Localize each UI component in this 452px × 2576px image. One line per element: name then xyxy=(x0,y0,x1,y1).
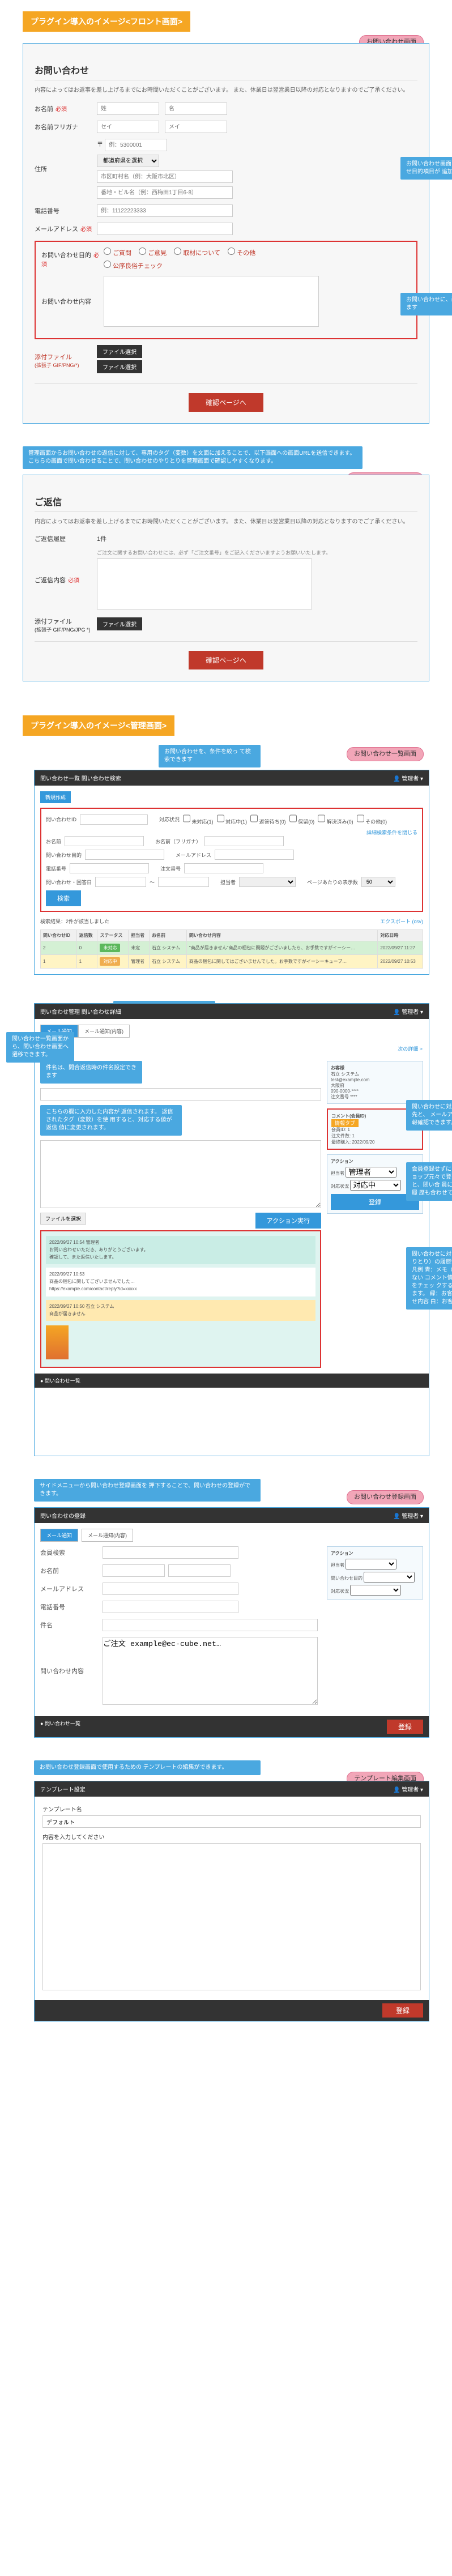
email-input[interactable] xyxy=(97,223,233,235)
reg-body[interactable]: ご注文 example@ec-cube.net… xyxy=(103,1637,318,1705)
tpl-name[interactable] xyxy=(42,1815,421,1828)
search-id[interactable] xyxy=(80,814,148,825)
street-input[interactable] xyxy=(97,186,233,199)
row-name: お名前必須 xyxy=(35,103,417,115)
next-link[interactable]: 次の詳細 > xyxy=(398,1045,423,1052)
customer-callout: 問い合わせに対応した、 送信の宛先と、 メールアドレスに基づく 情報確認できます… xyxy=(406,1100,452,1131)
info-note: 件名は、問合返信時の件名設定できます xyxy=(40,1061,142,1084)
row-kana: お名前フリガナ xyxy=(35,121,417,133)
side-customer: お客様 石立 システム test@example.com 大阪府 090-000… xyxy=(327,1061,423,1104)
reply-body[interactable] xyxy=(97,558,312,609)
list-title: 問い合わせ一覧 問い合わせ検索 xyxy=(40,774,121,782)
comment-history: 2022/09/27 10:54 管理者お問い合わせいただき、ありがとうございま… xyxy=(40,1230,321,1368)
reply-intro-callout: 管理画面からお問い合わせの返信に対して、専用のタグ（変数）を文面に加えることで、… xyxy=(23,446,363,469)
member-callout: 会員登録せずにいた、 顧客も、ショップ元々で登 録者管理側画面と、問い合 員に基… xyxy=(406,1162,452,1201)
purpose-box: お問い合わせ目的必須 ご質問 ご意見 取材について その他 公序良俗チェック お… xyxy=(35,241,417,339)
search-box: 問い合わせID 対応状況 未対応(1) 対応中(1) 返答待ち(0) 保留(0)… xyxy=(40,808,423,912)
callout-search: お問い合わせを、条件を絞っ て検索できます xyxy=(159,745,261,767)
reg-back[interactable]: ● 問い合わせ一覧 xyxy=(40,1720,80,1734)
city-input[interactable] xyxy=(97,170,233,183)
reply-heading: ご返信 xyxy=(35,487,417,512)
row-addr: 住所 〒 都道府県を選択 xyxy=(35,139,417,199)
reply-note: 内容によってはお返事を差し上げるまでにお時間いただくことがございます。 また、休… xyxy=(35,518,417,526)
body-textarea[interactable] xyxy=(104,276,319,327)
export-link[interactable]: エクスポート (csv) xyxy=(380,918,423,925)
callout-list-screen: お問い合わせ一覧画面 xyxy=(347,747,424,761)
search-toggle[interactable]: 詳細検索条件を閉じる xyxy=(366,830,417,835)
contact-form-panel: お問い合わせ 内容によってはお返事を差し上げるまでにお時間いただくことがございま… xyxy=(23,43,429,424)
reg-title: 問い合わせの登録 xyxy=(40,1511,86,1520)
result-header: 検索結果：2件が該当しました xyxy=(40,918,109,925)
reg-tab-1[interactable]: メール通知 xyxy=(40,1529,78,1542)
reply-form-panel: ご返信 内容によってはお返事を差し上げるまでにお時間いただくことがございます。 … xyxy=(23,475,429,681)
row-tel: 電話番号 xyxy=(35,204,417,217)
contact-note: 内容によってはお返事を差し上げるまでにお時間いただくことがございます。 また、休… xyxy=(35,86,417,95)
row-email: メールアドレス必須 xyxy=(35,223,417,235)
purpose-opt-3[interactable]: その他 xyxy=(228,250,255,257)
prev-next-callout: 問い合わせ一覧画面から、問い合わせ画面へ 遷移できます。 xyxy=(6,1032,74,1063)
action-run[interactable]: アクション実行 xyxy=(255,1213,321,1229)
kana-mei[interactable] xyxy=(165,121,227,133)
tpl-body[interactable] xyxy=(42,1843,421,1990)
reg-intro: サイドメニューから問い合わせ登録画面を 押下することで、問い合わせの登録ができま… xyxy=(34,1479,261,1502)
purpose-opt-2[interactable]: 取材について xyxy=(174,250,220,257)
pref-select[interactable]: 都道府県を選択 xyxy=(97,155,159,167)
user-icon[interactable]: 👤 管理者 ▾ xyxy=(393,774,423,782)
file-attach[interactable]: ファイルを選択 xyxy=(40,1213,86,1225)
reg-customer[interactable] xyxy=(103,1546,238,1559)
purpose-opt-1[interactable]: ご意見 xyxy=(139,250,167,257)
template-panel: テンプレート設定 👤 管理者 ▾ テンプレート名 内容を入力してください 登録 xyxy=(34,1781,429,2021)
list-panel: 問い合わせ一覧 問い合わせ検索 👤 管理者 ▾ 新規作成 問い合わせID 対応状… xyxy=(34,770,429,975)
section2-header: プラグイン導入のイメージ<管理画面> xyxy=(23,715,174,736)
reg-tab-2[interactable]: メール通知(内容) xyxy=(82,1529,133,1542)
detail-title: 問い合わせ管理 問い合わせ詳細 xyxy=(40,1007,121,1016)
file-select-btn-2[interactable]: ファイル選択 xyxy=(97,360,142,373)
attachment-thumb[interactable] xyxy=(46,1325,69,1359)
edit-note: こちらの欄に入力した内容が 返信されます。 返信されたタグ（変数）を使 用すると… xyxy=(40,1105,182,1136)
detail-footer: ● 問い合わせ一覧 xyxy=(35,1374,429,1388)
register-panel: 問い合わせの登録 👤 管理者 ▾ メール通知 メール通知(内容) 会員検索 お名… xyxy=(34,1507,429,1738)
result-table: 問い合わせID 返信数 ステータス 担当者 お名前 問い合わせ内容 対応日時 2… xyxy=(40,929,423,969)
btn-new[interactable]: 新規作成 xyxy=(40,791,71,803)
comment-callout: 問い合わせに対するコメント （やりとり）の履歴が確認できます。 凡例 青：メモ（… xyxy=(406,1247,452,1310)
file-select-btn-1[interactable]: ファイル選択 xyxy=(97,345,142,358)
tpl-intro: お問い合わせ登録画面で使用するための テンプレートの編集ができます。 xyxy=(34,1760,261,1775)
callout-reg-screen: お問い合わせ登録画面 xyxy=(347,1490,424,1504)
zip-input[interactable] xyxy=(105,139,167,151)
name-sei[interactable] xyxy=(97,103,159,115)
reg-save[interactable]: 登録 xyxy=(387,1720,423,1734)
table-row[interactable]: 1 1 対応中 管理者 石立 システム 商品の梱包に関してはございませんでした。… xyxy=(41,955,423,969)
section1-header: プラグイン導入のイメージ<フロント画面> xyxy=(23,11,190,32)
callout-purpose: お問い合わせ画面に、 お問い合わせ目的項目が 追加されます xyxy=(400,157,452,180)
detail-panel: 問い合わせ管理 問い合わせ詳細 👤 管理者 ▾ 問い合わせ一覧画面から、問い合わ… xyxy=(34,1003,429,1456)
purpose-sub-0[interactable]: 公序良俗チェック xyxy=(104,263,163,270)
tab-mail-body[interactable]: メール通知(内容) xyxy=(78,1025,130,1038)
tel-input[interactable] xyxy=(97,204,233,217)
kana-sei[interactable] xyxy=(97,121,159,133)
purpose-opt-0[interactable]: ご質問 xyxy=(104,250,131,257)
contact-submit-btn[interactable]: 確認ページへ xyxy=(189,393,263,412)
tpl-save[interactable]: 登録 xyxy=(382,2003,423,2018)
contact-heading: お問い合わせ xyxy=(35,55,417,80)
reply-file-btn[interactable]: ファイル選択 xyxy=(97,617,142,630)
table-row[interactable]: 2 0 未対応 未定 石立 システム "商品が届きません"商品の梱包に問題がござ… xyxy=(41,941,423,955)
tpl-title: テンプレート設定 xyxy=(40,1785,86,1793)
callout-file: お問い合わせに、画像添付が できます xyxy=(400,293,452,315)
reply-textarea[interactable] xyxy=(40,1140,321,1208)
search-btn[interactable]: 検索 xyxy=(46,890,81,906)
name-mei[interactable] xyxy=(165,103,227,115)
reply-submit-btn[interactable]: 確認ページへ xyxy=(189,651,263,669)
subject-input[interactable] xyxy=(40,1088,321,1101)
